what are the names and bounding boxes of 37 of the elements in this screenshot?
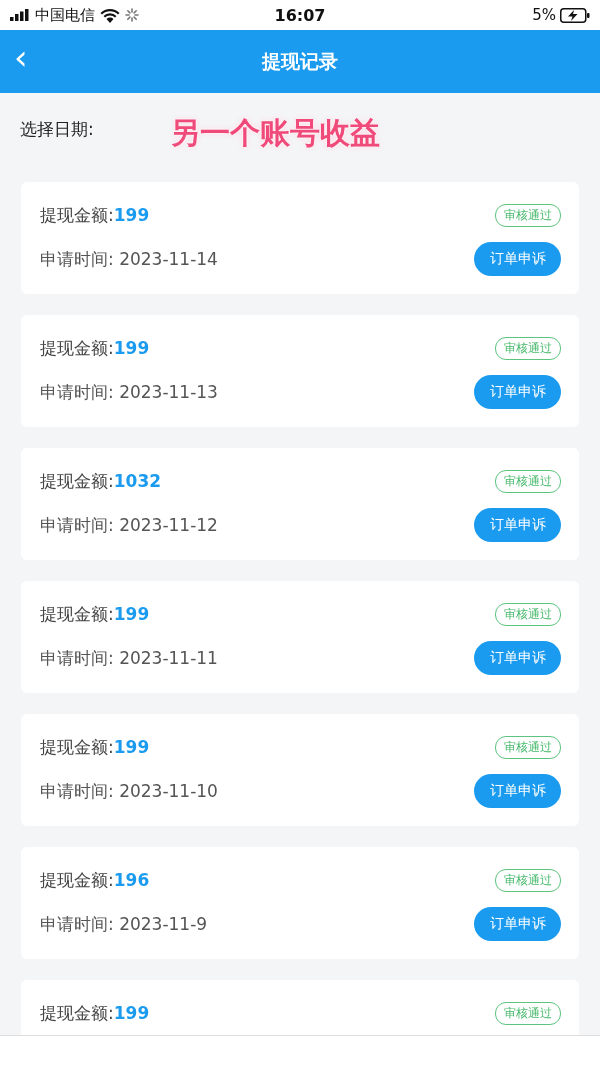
appeal-button[interactable]: 订单申诉 [474,907,561,941]
apply-date-text: 申请时间: 2023-11-9 [40,912,208,936]
amount-text: 提现金额:199 [40,602,150,626]
status-tag: 审核通过 [495,469,561,493]
loading-icon [125,8,139,22]
clock-time: 16:07 [274,5,326,25]
wifi-icon [100,7,120,23]
status-tag: 审核通过 [495,1001,561,1025]
battery-percent: 5% [532,6,556,24]
amount-text: 提现金额:196 [40,868,150,892]
page-title: 提现记录 [262,48,338,74]
amount-text: 提现金额:1032 [40,469,162,493]
apply-date-text: 申请时间: 2023-11-11 [40,646,218,670]
annotation-text: 另一个账号收益 [170,114,380,152]
appeal-button[interactable]: 订单申诉 [474,774,561,808]
date-picker-label[interactable]: 选择日期: [20,118,94,141]
battery-icon [560,7,590,23]
appeal-button[interactable]: 订单申诉 [474,242,561,276]
status-tag: 审核通过 [495,602,561,626]
amount-text: 提现金额:199 [40,1001,150,1025]
back-button[interactable]: ‹ [14,40,28,74]
status-tag: 审核通过 [495,868,561,892]
amount-text: 提现金额:199 [40,203,150,227]
status-tag: 审核通过 [495,203,561,227]
amount-text: 提现金额:199 [40,336,150,360]
appeal-button[interactable]: 订单申诉 [474,641,561,675]
apply-date-text: 申请时间: 2023-11-14 [40,247,218,271]
signal-icon [10,9,30,21]
carrier-name: 中国电信 [35,5,95,25]
appeal-button[interactable]: 订单申诉 [474,375,561,409]
amount-text: 提现金额:199 [40,735,150,759]
status-tag: 审核通过 [495,735,561,759]
apply-date-text: 申请时间: 2023-11-10 [40,779,218,803]
appeal-button[interactable]: 订单申诉 [474,508,561,542]
status-tag: 审核通过 [495,336,561,360]
apply-date-text: 申请时间: 2023-11-13 [40,380,218,404]
apply-date-text: 申请时间: 2023-11-12 [40,513,218,537]
